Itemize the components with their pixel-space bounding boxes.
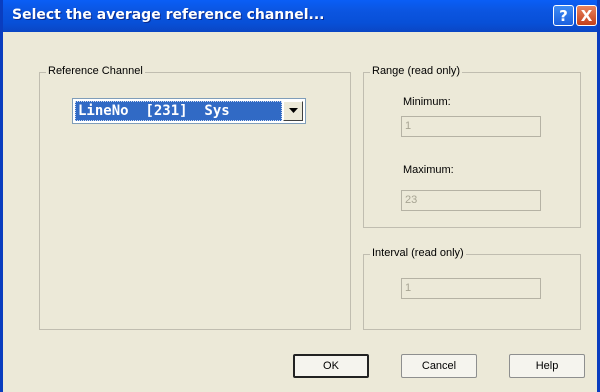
range-group-label: Range (read only) — [370, 65, 463, 77]
maximum-field: 23 — [401, 190, 541, 211]
cancel-button[interactable]: Cancel — [401, 354, 477, 378]
title-bar[interactable]: Select the average reference channel... … — [3, 0, 597, 32]
question-mark-icon: ? — [559, 6, 568, 25]
ok-button[interactable]: OK — [293, 354, 369, 378]
minimum-label: Minimum: — [403, 96, 451, 108]
combo-dropdown-button[interactable] — [283, 101, 303, 121]
reference-channel-combo[interactable]: LineNo [231] Sys — [72, 98, 306, 124]
interval-group-label: Interval (read only) — [370, 247, 466, 259]
title-help-button[interactable]: ? — [553, 5, 574, 26]
minimum-field: 1 — [401, 116, 541, 137]
title-close-button[interactable]: X — [576, 5, 597, 26]
help-button[interactable]: Help — [509, 354, 585, 378]
dialog-window: Select the average reference channel... … — [0, 0, 600, 392]
reference-channel-label: Reference Channel — [46, 65, 145, 77]
close-icon: X — [580, 6, 593, 25]
chevron-down-icon — [288, 108, 298, 113]
maximum-label: Maximum: — [403, 164, 454, 176]
combo-selected-value[interactable]: LineNo [231] Sys — [75, 101, 282, 121]
interval-field: 1 — [401, 278, 541, 299]
dialog-title: Select the average reference channel... — [12, 7, 325, 23]
